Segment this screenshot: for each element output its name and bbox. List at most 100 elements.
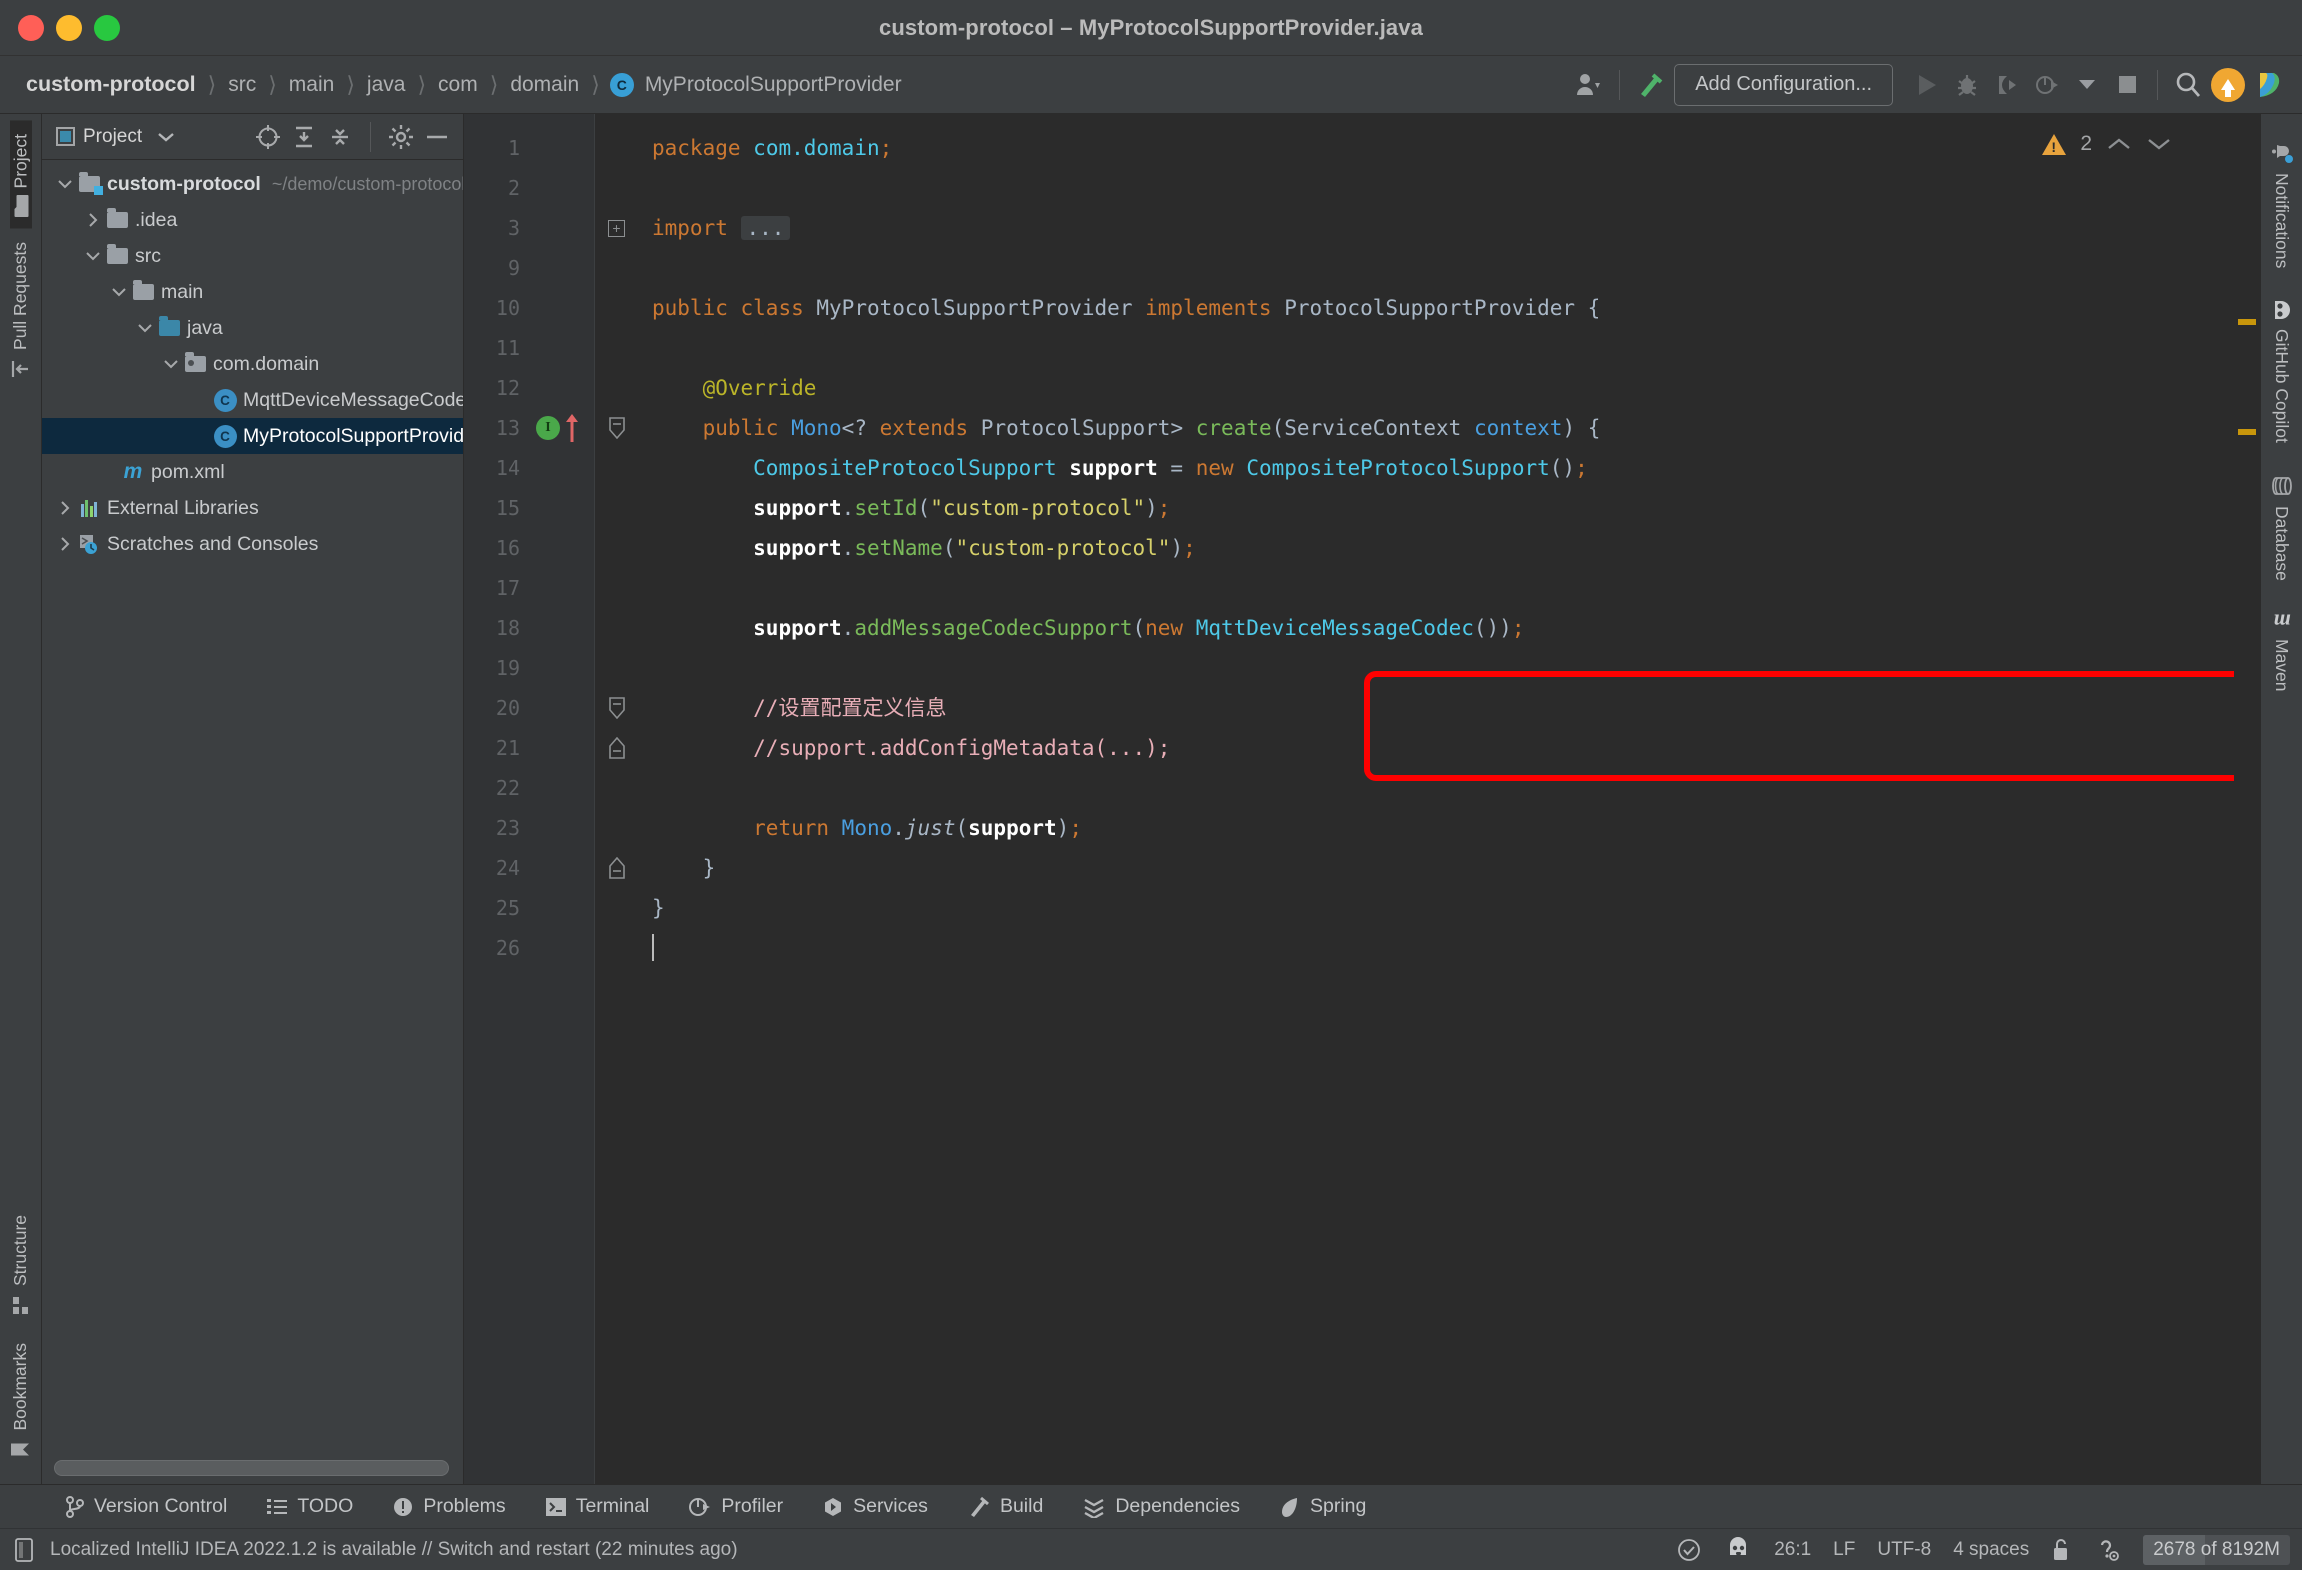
chevron-down-icon[interactable] [2067,65,2107,105]
status-message[interactable]: Localized IntelliJ IDEA 2022.1.2 is avai… [50,1539,738,1561]
ide-notification-icon[interactable] [14,1537,36,1562]
editor-code-area[interactable]: 1 2 3 9 10 11 12 13 14 15 16 17 18 19 20… [464,114,2260,1484]
fold-marker-comment-end[interactable] [595,728,638,768]
fold-marker-imports[interactable]: + [595,208,638,248]
inspections-widget-icon[interactable] [1676,1537,1702,1563]
breadcrumb-item-java[interactable]: java [365,73,408,97]
line-number: 25 [495,896,520,920]
copilot-icon[interactable] [2248,65,2288,105]
tool-window-services[interactable]: Services [803,1495,948,1518]
tool-window-build[interactable]: Build [948,1495,1063,1518]
breadcrumb-item-main[interactable]: main [287,73,337,97]
fold-marker-comment-start[interactable] [595,688,638,728]
tree-node-com-domain[interactable]: com.domain [42,346,463,382]
sidebar-item-maven[interactable]: m Maven [2269,597,2295,708]
tool-window-todo[interactable]: TODO [247,1495,373,1518]
chevron-down-icon[interactable] [160,359,182,369]
hide-panel-icon[interactable] [421,121,453,153]
run-icon[interactable] [1907,65,1947,105]
expand-all-icon[interactable] [288,121,320,153]
tool-window-profiler[interactable]: Profiler [669,1495,803,1518]
collapse-all-icon[interactable] [324,121,356,153]
search-everywhere-icon[interactable] [2168,65,2208,105]
chevron-down-icon[interactable] [82,251,104,261]
inspection-settings-icon[interactable] [2093,1537,2121,1563]
project-tree[interactable]: custom-protocol ~/demo/custom-protocol .… [42,160,463,1484]
chevron-right-icon[interactable] [82,213,104,227]
debug-icon[interactable] [1947,65,1987,105]
sidebar-item-project[interactable]: Project [9,120,32,229]
tree-node-my-protocol-support-provider[interactable]: C MyProtocolSupportProvider [42,418,463,454]
sidebar-item-bookmarks[interactable]: Bookmarks [10,1329,31,1474]
caret-position[interactable]: 26:1 [1774,1539,1811,1561]
unlocked-icon[interactable] [2051,1538,2071,1562]
zoom-window-button[interactable] [94,14,120,41]
tree-node-mqtt-device-message-codec[interactable]: C MqttDeviceMessageCodec [42,382,463,418]
tree-node-pom-xml[interactable]: m pom.xml [42,454,463,490]
build-hammer-icon[interactable] [1630,65,1670,105]
window-controls[interactable] [0,14,120,41]
file-encoding[interactable]: UTF-8 [1877,1539,1931,1561]
tree-node-custom-protocol[interactable]: custom-protocol ~/demo/custom-protocol [42,166,463,202]
profile-icon[interactable] [2027,65,2067,105]
tool-window-version-control[interactable]: Version Control [46,1495,247,1518]
breadcrumb-item-domain[interactable]: domain [508,73,581,97]
next-highlight-icon[interactable] [2146,136,2172,152]
tool-window-problems[interactable]: Problems [373,1495,525,1518]
tool-window-dependencies[interactable]: Dependencies [1063,1495,1260,1518]
scrollbar-warning-marker[interactable] [2238,429,2256,435]
event-log-icon[interactable] [1724,1536,1752,1563]
update-icon[interactable] [2208,65,2248,105]
sidebar-item-structure[interactable]: Structure [10,1201,31,1329]
tree-node-main[interactable]: main [42,274,463,310]
inspection-widget[interactable]: 2 [2042,132,2172,156]
chevron-right-icon[interactable] [54,537,76,551]
source-code-text[interactable]: package com.domain; import ... public cl… [638,114,2260,1484]
tree-node-scratches-and-consoles[interactable]: Scratches and Consoles [42,526,463,562]
chevron-right-icon[interactable] [54,501,76,515]
gutter-implements-marker[interactable]: I [532,408,594,448]
add-configuration-button[interactable]: Add Configuration... [1674,63,1893,106]
override-arrow-icon [566,414,578,442]
line-separator[interactable]: LF [1833,1539,1855,1561]
editor-scrollbar[interactable] [2234,114,2260,1484]
code-folding-gutter[interactable]: + [594,114,638,1484]
minimize-window-button[interactable] [56,14,82,41]
memory-indicator[interactable]: 2678 of 8192M [2143,1534,2290,1565]
chevron-down-icon[interactable] [108,287,130,297]
previous-highlight-icon[interactable] [2106,136,2132,152]
scrollbar-warning-marker[interactable] [2238,319,2256,325]
tool-window-label: Spring [1310,1495,1367,1517]
fold-marker-method-end[interactable] [595,848,638,888]
collapsed-imports-chip[interactable]: ... [740,216,791,240]
tree-node-src[interactable]: src [42,238,463,274]
sidebar-item-github-copilot[interactable]: GitHub Copilot [2269,284,2295,459]
indent-setting[interactable]: 4 spaces [1953,1539,2029,1561]
select-opened-file-icon[interactable] [252,121,284,153]
java-class-icon: C [212,388,238,412]
breadcrumb-item-src[interactable]: src [226,73,258,97]
tree-node-external-libraries[interactable]: External Libraries [42,490,463,526]
stop-icon[interactable] [2107,65,2147,105]
chevron-down-icon[interactable] [150,121,182,153]
project-tree-horizontal-scrollbar[interactable] [54,1460,449,1476]
tool-window-terminal[interactable]: Terminal [526,1495,670,1518]
tree-node-idea[interactable]: .idea [42,202,463,238]
sidebar-item-notifications[interactable]: Notifications [2270,124,2294,284]
sidebar-item-pull-requests[interactable]: Pull Requests [10,228,31,393]
breadcrumb-item-project[interactable]: custom-protocol [24,72,198,97]
breadcrumb-separator-icon: ⟩ [268,71,277,97]
breadcrumb-item-file[interactable]: MyProtocolSupportProvider [643,73,904,97]
sidebar-item-database[interactable]: Database [2271,459,2293,597]
fold-marker-method[interactable] [595,408,638,448]
gutter-marker-area[interactable]: I [532,114,594,1484]
settings-gear-icon[interactable] [385,121,417,153]
tool-window-spring[interactable]: Spring [1260,1495,1386,1518]
close-window-button[interactable] [18,14,44,41]
chevron-down-icon[interactable] [54,179,76,189]
breadcrumb-item-com[interactable]: com [436,73,480,97]
tree-node-java[interactable]: java [42,310,463,346]
run-with-coverage-icon[interactable] [1987,65,2027,105]
chevron-down-icon[interactable] [134,323,156,333]
user-account-icon[interactable] [1569,65,1609,105]
